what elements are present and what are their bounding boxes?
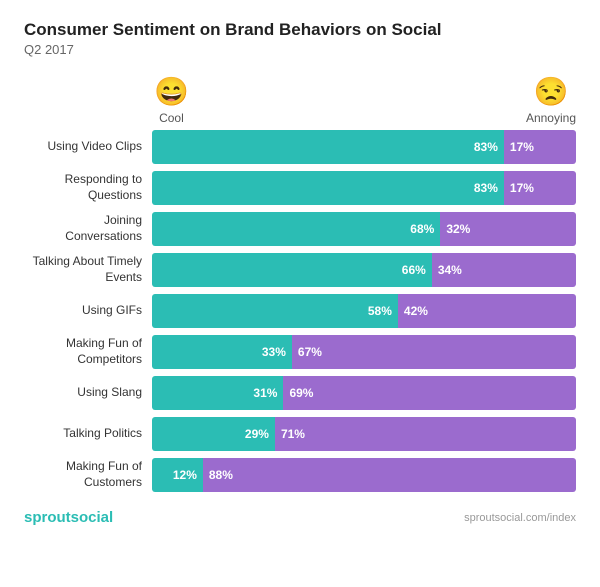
bar-cool: 83% (152, 171, 504, 205)
bar-container: 58%42% (152, 294, 576, 328)
brand-logo: sproutsocial (24, 509, 113, 526)
table-row: Joining Conversations68%32% (24, 211, 576, 247)
bar-container: 29%71% (152, 417, 576, 451)
footer-url: sproutsocial.com/index (464, 512, 576, 524)
row-label: Using Video Clips (24, 139, 152, 155)
bar-annoying: 88% (203, 458, 576, 492)
row-label: Talking About Timely Events (24, 254, 152, 285)
bar-cool: 66% (152, 253, 432, 287)
row-label: Using GIFs (24, 303, 152, 319)
bar-cool: 33% (152, 335, 292, 369)
chart-subtitle: Q2 2017 (24, 42, 576, 57)
row-label: Joining Conversations (24, 213, 152, 244)
bar-cool: 12% (152, 458, 203, 492)
bar-cool: 31% (152, 376, 283, 410)
cool-label: 😄 Cool (154, 75, 189, 125)
table-row: Making Fun of Customers12%88% (24, 457, 576, 493)
bar-cool: 68% (152, 212, 440, 246)
bar-container: 31%69% (152, 376, 576, 410)
bar-container: 83%17% (152, 171, 576, 205)
bar-annoying: 71% (275, 417, 576, 451)
row-label: Making Fun of Competitors (24, 336, 152, 367)
brand-prefix: sprout (24, 509, 71, 526)
table-row: Using Slang31%69% (24, 375, 576, 411)
bar-annoying: 17% (504, 171, 576, 205)
bar-annoying: 32% (440, 212, 576, 246)
table-row: Talking Politics29%71% (24, 416, 576, 452)
bar-cool: 29% (152, 417, 275, 451)
bar-container: 12%88% (152, 458, 576, 492)
bar-cool: 58% (152, 294, 398, 328)
row-label: Talking Politics (24, 426, 152, 442)
bar-annoying: 17% (504, 130, 576, 164)
annoying-label: 😒 Annoying (526, 75, 576, 125)
bar-cool: 83% (152, 130, 504, 164)
brand-suffix: social (71, 509, 114, 526)
bar-container: 83%17% (152, 130, 576, 164)
cool-icon: 😄 (154, 75, 189, 108)
bar-container: 33%67% (152, 335, 576, 369)
bar-annoying: 34% (432, 253, 576, 287)
annoying-icon: 😒 (534, 75, 569, 108)
table-row: Making Fun of Competitors33%67% (24, 334, 576, 370)
row-label: Making Fun of Customers (24, 459, 152, 490)
table-row: Talking About Timely Events66%34% (24, 252, 576, 288)
chart-area: Using Video Clips83%17%Responding to Que… (24, 129, 576, 493)
footer: sproutsocial sproutsocial.com/index (24, 509, 576, 526)
bar-annoying: 67% (292, 335, 576, 369)
chart-title: Consumer Sentiment on Brand Behaviors on… (24, 20, 576, 40)
cool-text: Cool (159, 111, 184, 125)
table-row: Using Video Clips83%17% (24, 129, 576, 165)
bar-annoying: 69% (283, 376, 576, 410)
bar-annoying: 42% (398, 294, 576, 328)
annoying-text: Annoying (526, 111, 576, 125)
table-row: Using GIFs58%42% (24, 293, 576, 329)
row-label: Using Slang (24, 385, 152, 401)
row-label: Responding to Questions (24, 172, 152, 203)
bar-container: 66%34% (152, 253, 576, 287)
bar-container: 68%32% (152, 212, 576, 246)
table-row: Responding to Questions83%17% (24, 170, 576, 206)
